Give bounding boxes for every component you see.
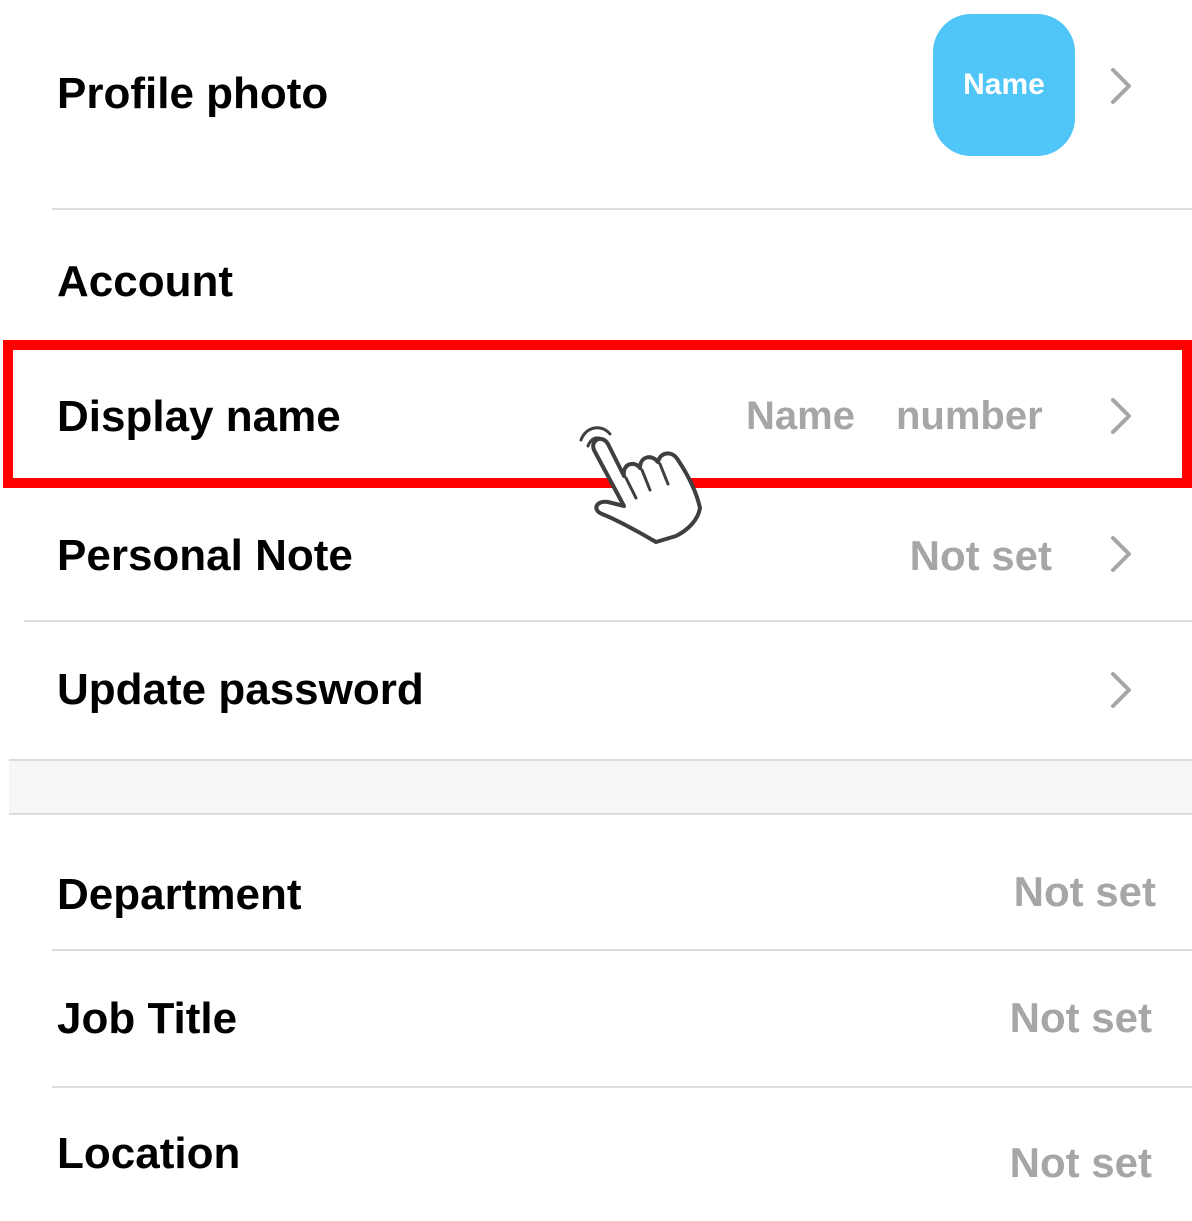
- job-title-row[interactable]: Job Title Not set: [0, 951, 1192, 1086]
- profile-photo-row[interactable]: Profile photo Name: [0, 0, 1192, 208]
- profile-photo-label: Profile photo: [57, 69, 329, 118]
- display-name-value-name: Name: [746, 394, 855, 438]
- account-section-label: Account: [57, 257, 233, 306]
- update-password-label: Update password: [57, 665, 424, 714]
- department-row[interactable]: Department Not set: [0, 815, 1192, 949]
- chevron-right-icon: [1111, 398, 1131, 434]
- location-label: Location: [57, 1129, 241, 1178]
- avatar-text: Name: [963, 68, 1045, 101]
- department-label: Department: [57, 870, 302, 919]
- location-row[interactable]: Location Not set: [0, 1088, 1192, 1221]
- personal-note-value: Not set: [909, 532, 1052, 579]
- chevron-right-icon: [1111, 68, 1131, 104]
- section-separator: [9, 759, 1192, 815]
- chevron-right-icon: [1111, 672, 1131, 708]
- chevron-right-icon: [1111, 536, 1131, 572]
- location-value: Not set: [1009, 1139, 1152, 1186]
- display-name-label: Display name: [57, 392, 341, 441]
- avatar[interactable]: Name: [933, 14, 1075, 156]
- department-value: Not set: [1013, 868, 1156, 915]
- job-title-label: Job Title: [57, 994, 238, 1043]
- personal-note-label: Personal Note: [57, 531, 353, 580]
- job-title-value: Not set: [1009, 994, 1152, 1041]
- display-name-value-number: number: [896, 394, 1043, 438]
- account-section-header: Account: [0, 210, 1192, 340]
- tap-hand-icon: [579, 426, 702, 544]
- update-password-row[interactable]: Update password: [0, 622, 1192, 758]
